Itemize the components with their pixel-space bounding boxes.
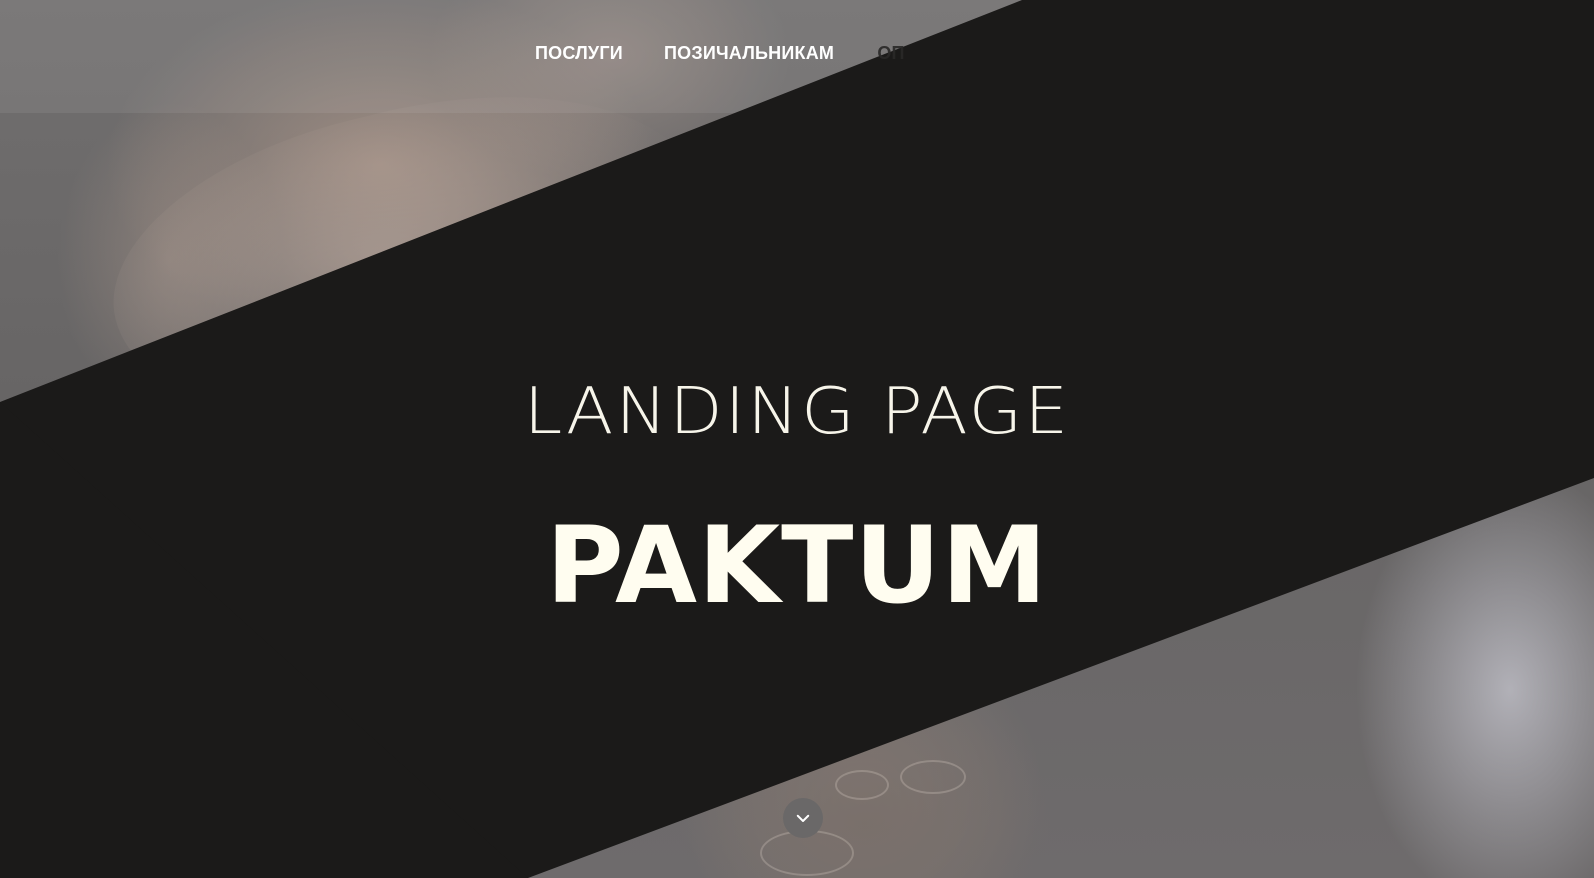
nav-item-services[interactable]: ПОСЛУГИ (535, 43, 623, 64)
nav-item-partial[interactable]: ОП (866, 43, 916, 64)
scroll-down-button[interactable] (783, 798, 823, 838)
coin-photo-detail (900, 760, 966, 794)
nav-item-borrowers[interactable]: ПОЗИЧАЛЬНИКАМ (664, 43, 834, 64)
hero-section: ПОСЛУГИ ПОЗИЧАЛЬНИКАМ ОП LANDING PAGE PA… (0, 0, 1594, 878)
brand-name: PAKTUM (546, 504, 1048, 628)
landing-page-heading: LANDING PAGE (523, 375, 1071, 450)
coin-photo-detail (835, 770, 889, 800)
chevron-down-icon (796, 814, 810, 822)
main-navigation: ПОСЛУГИ ПОЗИЧАЛЬНИКАМ ОП (0, 0, 1594, 110)
